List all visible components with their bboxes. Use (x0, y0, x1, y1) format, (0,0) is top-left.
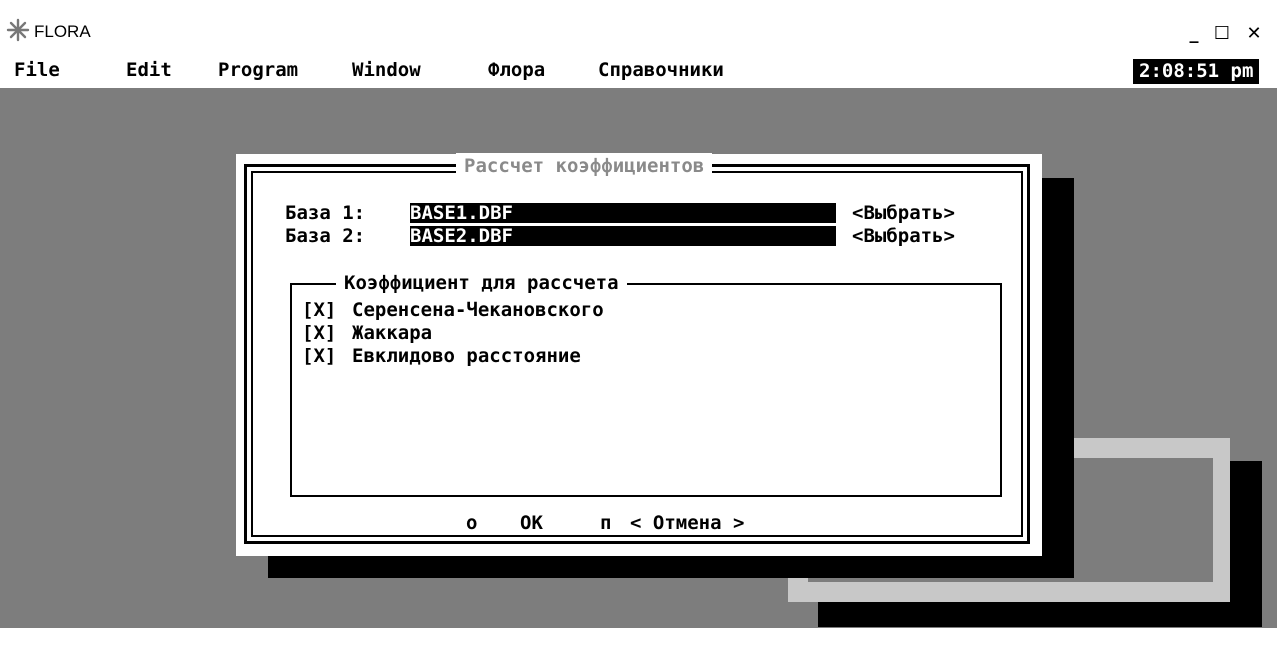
base2-choose-button[interactable]: <Выбрать> (852, 226, 955, 246)
status-line (0, 628, 1277, 654)
option-label: Евклидово расстояние (352, 345, 581, 367)
base2-field[interactable]: BASE2.DBF (410, 226, 836, 246)
menu-bar: File Edit Program Window Флора Справочни… (0, 58, 1277, 86)
clock: 2:08:51 pm (1133, 59, 1260, 84)
coefficient-group-title: Коэффициент для рассчета (336, 272, 627, 294)
cancel-hotkey-marker: п (600, 512, 612, 534)
dialog-title: Рассчет коэффициентов (456, 153, 713, 179)
menu-edit[interactable]: Edit (126, 59, 172, 81)
menu-file[interactable]: File (14, 59, 60, 81)
base1-choose-button[interactable]: <Выбрать> (852, 203, 955, 223)
dialog-shadow-right (1040, 178, 1074, 578)
window-title: FLORA (34, 22, 91, 41)
flora-app-icon (6, 18, 30, 42)
base2-label: База 2: (285, 225, 366, 247)
base1-label: База 1: (285, 202, 366, 224)
menu-window[interactable]: Window (352, 59, 421, 81)
menu-program[interactable]: Program (218, 59, 298, 81)
maximize-button[interactable]: ☐ (1212, 24, 1232, 44)
dialog-shadow-bottom (268, 556, 1074, 578)
option-label: Серенсена-Чекановского (352, 299, 604, 321)
close-button[interactable]: ✕ (1244, 24, 1264, 44)
menu-flora[interactable]: Флора (488, 59, 545, 81)
title-bar: FLORA _ ☐ ✕ (0, 0, 1277, 56)
background-window-shadow-bottom (818, 602, 1262, 627)
base1-field[interactable]: BASE1.DBF (410, 203, 836, 223)
checkbox-euclid[interactable]: [X] (302, 346, 336, 366)
menu-directories[interactable]: Справочники (598, 59, 724, 81)
option-label: Жаккара (352, 322, 433, 344)
ok-hotkey-marker: о (466, 512, 478, 534)
minimize-button[interactable]: _ (1184, 24, 1204, 44)
checkbox-sorensen[interactable]: [X] (302, 300, 336, 320)
checkbox-jaccard[interactable]: [X] (302, 323, 336, 343)
cancel-button[interactable]: < Отмена > (630, 513, 744, 533)
ok-button[interactable]: OK (520, 513, 543, 533)
